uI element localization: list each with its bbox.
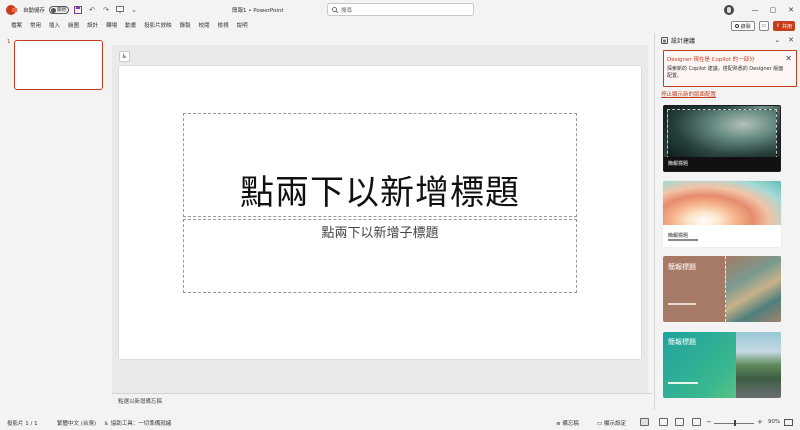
restore-icon[interactable]: ▢ (764, 0, 782, 20)
minimize-icon[interactable]: — (746, 0, 764, 20)
zoom-in-icon[interactable]: + (757, 418, 763, 426)
ribbon-actions: 錄製 ▭ ⇪ 共用 (730, 21, 795, 31)
designer-controls: ⌄ ✕ (774, 36, 794, 44)
save-icon[interactable] (73, 5, 83, 15)
record-label: 錄製 (740, 23, 751, 30)
autosave-label: 自動儲存 (23, 8, 46, 14)
title-placeholder[interactable]: 點兩下以新增標題 (183, 113, 577, 217)
design-label: 簡報標題 (668, 233, 689, 239)
record-icon (734, 24, 739, 28)
zoom-slider-thumb[interactable] (734, 420, 736, 426)
copilot-notice: Designer 現在是 Copilot 的一部分 探索新的 Copilot 建… (663, 50, 797, 87)
design-subtitle-line (668, 382, 698, 384)
designer-header: ▦ 設計建議 (661, 36, 695, 45)
display-settings-label: 顯示設定 (603, 421, 626, 427)
close-icon[interactable]: ✕ (785, 54, 792, 63)
design-label: 簡報標題 (668, 161, 689, 167)
share-label: 共用 (781, 23, 792, 30)
design-option[interactable]: 簡報標題 (663, 256, 781, 322)
avatar[interactable] (724, 5, 734, 15)
normal-view-icon[interactable] (640, 418, 649, 426)
autosave-state: 關閉 (57, 8, 67, 13)
design-option[interactable]: 簡報標題 (663, 105, 781, 172)
record-button[interactable]: 錄製 (730, 21, 755, 31)
design-option[interactable]: 簡報標題 (663, 332, 781, 398)
design-preview (663, 181, 781, 225)
notes-pane[interactable]: 點選以新增備忘稿 (112, 393, 652, 410)
zoom-level[interactable]: 90% (768, 419, 780, 425)
share-icon: ⇪ (775, 23, 780, 29)
tab-view[interactable]: 檢視 (214, 20, 233, 33)
ribbon-tabs: 檔案 常用 插入 繪圖 設計 轉場 動畫 投影片放映 錄製 校閱 檢視 說明 (0, 20, 252, 33)
design-subtitle-line (668, 303, 696, 305)
tab-insert[interactable]: 插入 (45, 20, 64, 33)
notes-button[interactable]: ≡ 備忘稿 (556, 419, 579, 427)
slide-thumbnail[interactable] (14, 40, 103, 90)
zoom-out-icon[interactable]: − (706, 418, 712, 426)
undo-icon[interactable]: ↶ (87, 5, 97, 15)
toggle-knob (51, 7, 57, 13)
subtitle-placeholder[interactable]: 點兩下以新增子標題 (183, 219, 577, 293)
tab-file[interactable]: 檔案 (7, 20, 26, 33)
fit-to-window-icon[interactable] (784, 419, 793, 426)
tab-design[interactable]: 設計 (83, 20, 102, 33)
slideshow-icon[interactable] (692, 418, 701, 426)
designer-title: 設計建議 (671, 38, 696, 45)
accessibility-text: 協助工具：一切準備就緒 (110, 421, 172, 427)
title-placeholder-text: 點兩下以新增標題 (240, 173, 520, 213)
notice-title: Designer 現在是 Copilot 的一部分 (667, 57, 755, 63)
designer-icon: ▦ (661, 37, 668, 44)
design-option[interactable]: 簡報標題 (663, 181, 781, 247)
design-preview (736, 332, 781, 398)
tab-home[interactable]: 常用 (26, 20, 45, 33)
design-preview (725, 256, 781, 322)
accessibility-icon[interactable]: ♿ (119, 51, 130, 62)
language-status[interactable]: 繁體中文 (台灣) (57, 419, 96, 427)
document-title: 簡報1 • PowerPoint (232, 8, 284, 14)
notice-body: 探索新的 Copilot 建議，搭配熟悉的 Designer 版面配置。 (667, 66, 784, 79)
slide-sorter-icon[interactable] (659, 418, 668, 426)
design-preview (667, 109, 777, 159)
tab-transitions[interactable]: 轉場 (102, 20, 121, 33)
display-settings-button[interactable]: ▭ 顯示設定 (597, 419, 626, 427)
comments-icon[interactable]: ▭ (758, 21, 769, 31)
quick-access-toolbar: 自動儲存 關閉 ↶ ↷ ⌄ (0, 5, 139, 15)
chevron-down-icon[interactable]: ⌄ (774, 36, 780, 44)
search-input[interactable]: 搜尋 (327, 3, 474, 16)
autosave-toggle[interactable]: 關閉 (49, 6, 70, 14)
status-bar: 投影片 1 / 1 繁體中文 (台灣) ♿ 協助工具：一切準備就緒 ≡ 備忘稿 … (0, 416, 800, 430)
tab-slideshow[interactable]: 投影片放映 (140, 20, 176, 33)
customize-icon[interactable]: ⌄ (129, 5, 139, 15)
design-subtitle-line (668, 239, 698, 241)
redo-icon[interactable]: ↷ (101, 5, 111, 15)
slide-number: 1 (7, 39, 11, 45)
slide-info: 投影片 1 / 1 (7, 421, 38, 427)
design-label: 簡報標題 (668, 338, 696, 346)
tab-animations[interactable]: 動畫 (121, 20, 140, 33)
tab-draw[interactable]: 繪圖 (64, 20, 83, 33)
share-button[interactable]: ⇪ 共用 (772, 21, 795, 31)
subtitle-placeholder-text: 點兩下以新增子標題 (321, 226, 439, 241)
reading-view-icon[interactable] (675, 418, 684, 426)
close-icon[interactable]: ✕ (782, 0, 800, 20)
tab-review[interactable]: 校閱 (195, 20, 214, 33)
stop-showing-link[interactable]: 停止顯示新的版面配置 (661, 90, 716, 98)
title-bar: 自動儲存 關閉 ↶ ↷ ⌄ 簡報1 • PowerPoint 搜尋 — ▢ ✕ (0, 0, 800, 20)
close-pane-icon[interactable]: ✕ (788, 36, 794, 44)
tab-help[interactable]: 說明 (233, 20, 252, 33)
accessibility-status[interactable]: ♿ 協助工具：一切準備就緒 (104, 419, 171, 427)
notes-button-label: 備忘稿 (562, 421, 579, 427)
present-icon[interactable] (115, 5, 125, 15)
window-controls: — ▢ ✕ (724, 0, 800, 20)
ribbon: 檔案 常用 插入 繪圖 設計 轉場 動畫 投影片放映 錄製 校閱 檢視 說明 錄… (0, 20, 800, 33)
tab-record[interactable]: 錄製 (176, 20, 195, 33)
design-label: 簡報標題 (668, 263, 696, 271)
powerpoint-logo-icon (6, 5, 17, 15)
search-placeholder: 搜尋 (341, 7, 353, 14)
search-icon (332, 6, 338, 13)
